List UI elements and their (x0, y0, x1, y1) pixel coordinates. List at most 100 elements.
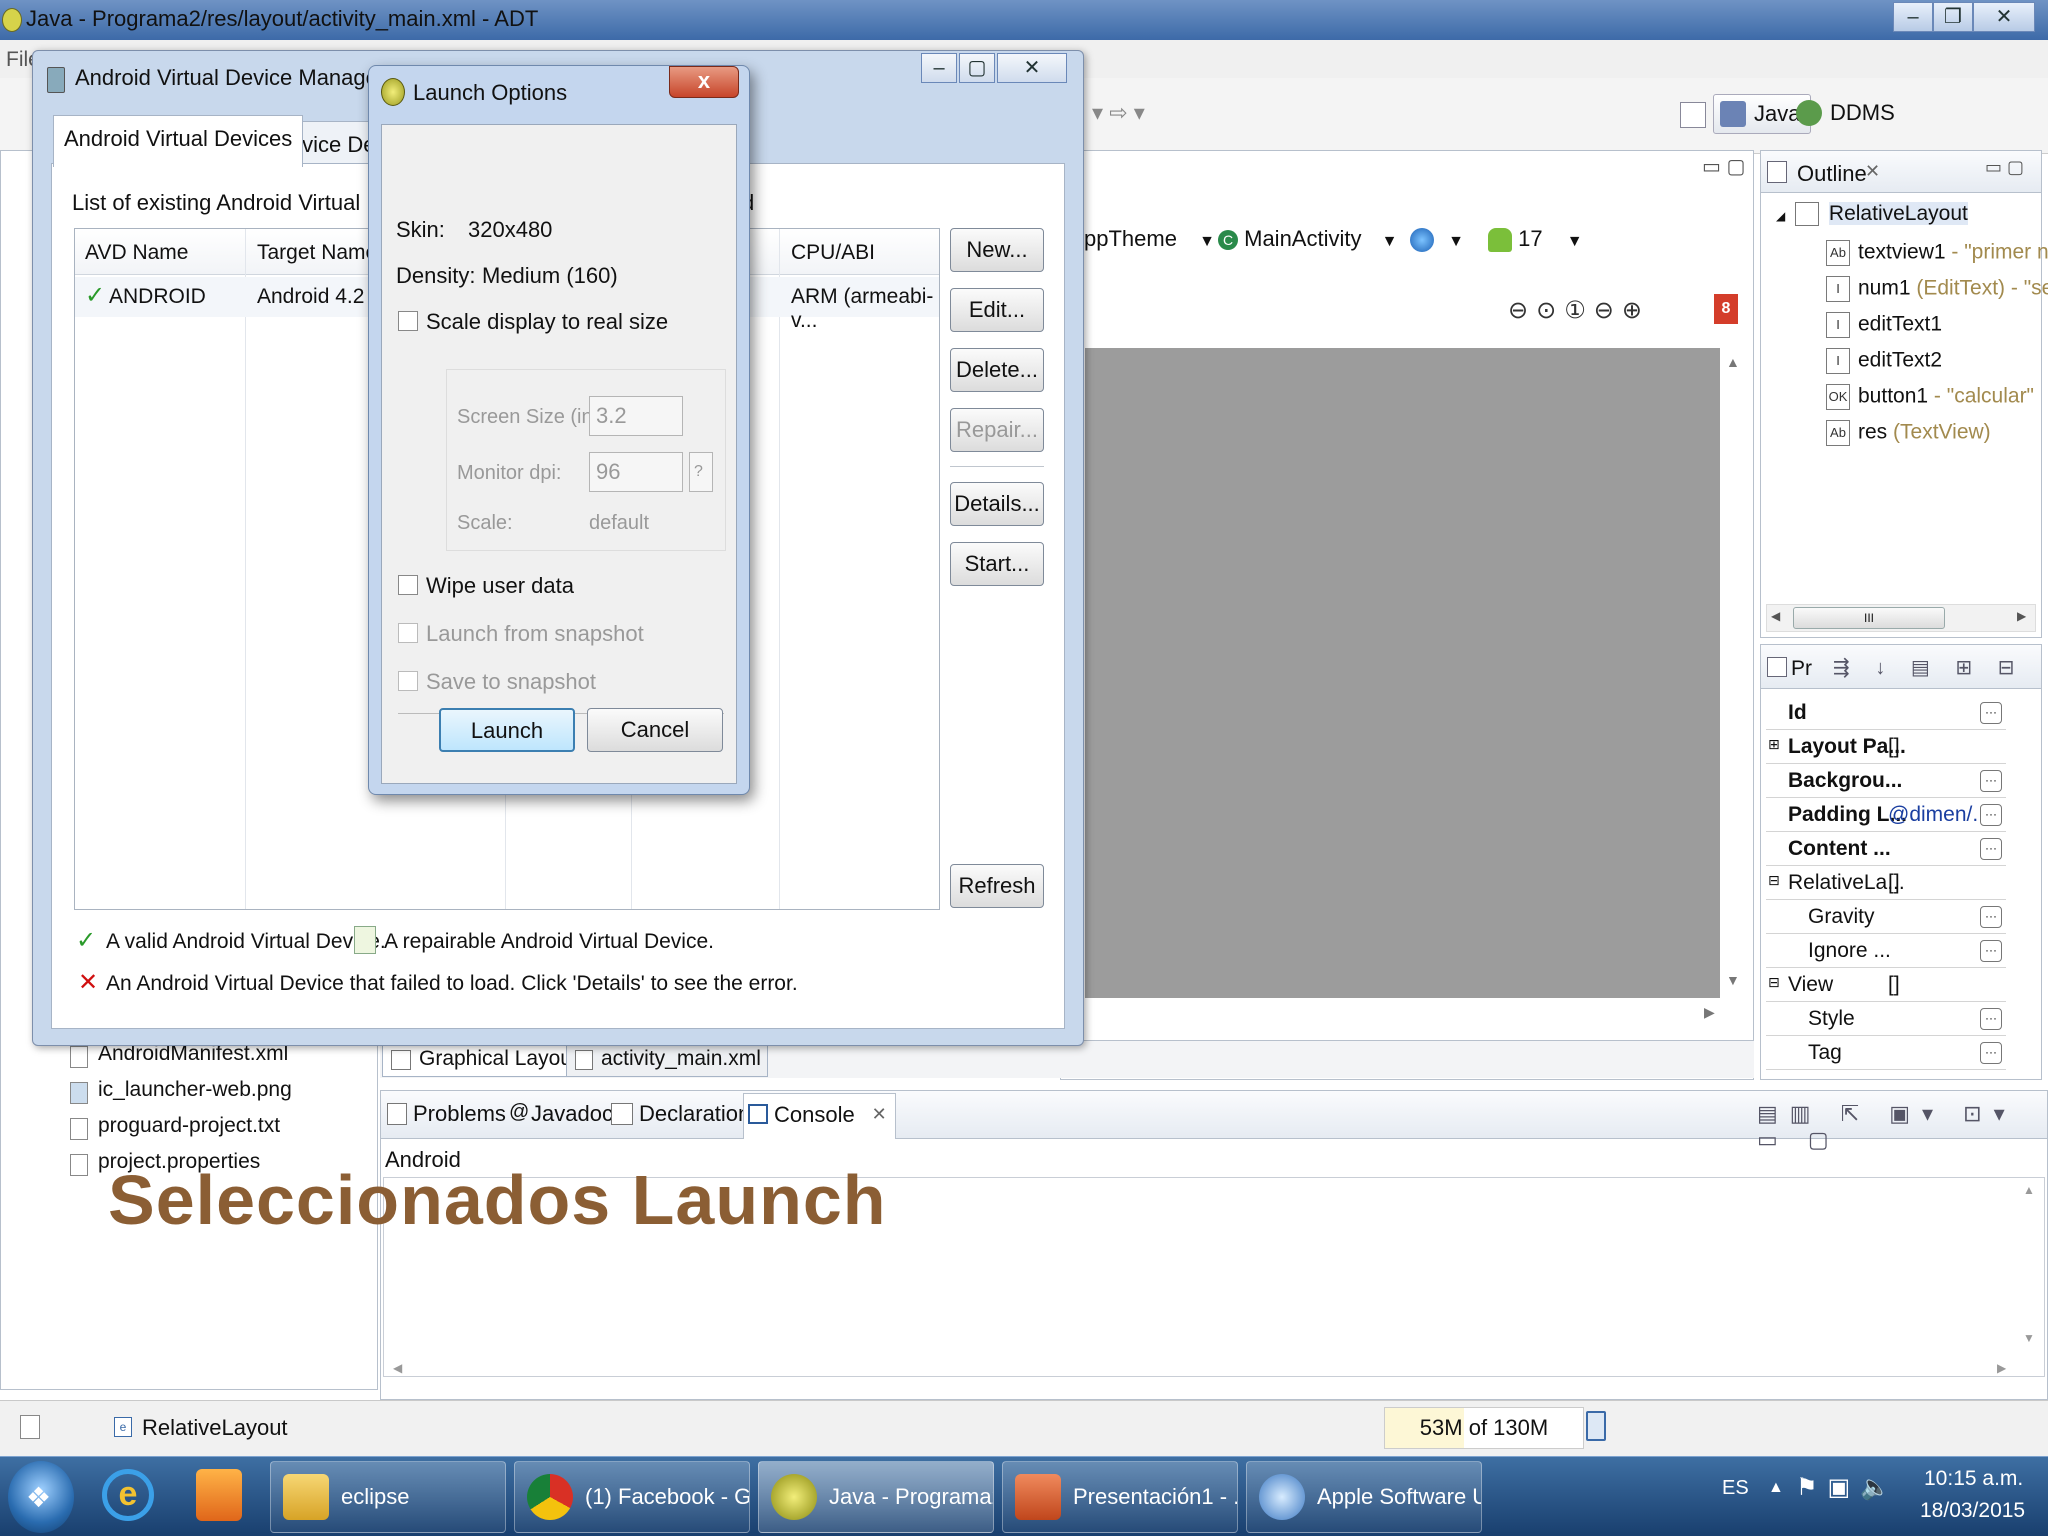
tab-console[interactable]: Console ✕ (743, 1093, 896, 1139)
repair-button[interactable]: Repair... (950, 408, 1044, 452)
start-button[interactable]: ❖ (8, 1461, 74, 1533)
screen-size-input[interactable]: 3.2 (589, 396, 683, 436)
property-row[interactable]: Backgrou... ··· (1766, 764, 2006, 798)
property-edit-icon[interactable]: ··· (1980, 1008, 2002, 1030)
dpi-help-button[interactable]: ? (689, 452, 713, 492)
layout-canvas[interactable] (1085, 348, 1720, 998)
start-button[interactable]: Start... (950, 542, 1044, 586)
property-row[interactable]: Style ··· (1766, 1002, 2006, 1036)
theme-selector[interactable]: ppTheme ▼ (1084, 226, 1215, 252)
column-cpu-abi[interactable]: CPU/ABI (791, 241, 875, 265)
property-row[interactable]: Padding L... @dimen/... ··· (1766, 798, 2006, 832)
tray-icons[interactable]: ⚑▣🔈 (1796, 1473, 1900, 1502)
clock-date[interactable]: 18/03/2015 (1920, 1499, 2025, 1523)
wipe-user-data-checkbox[interactable] (398, 575, 418, 595)
tab-android-virtual-devices[interactable]: Android Virtual Devices (53, 115, 304, 167)
taskbar-item-powerpoint[interactable]: Presentación1 - ... (1002, 1461, 1238, 1533)
taskbar-item-eclipse[interactable]: eclipse (270, 1461, 506, 1533)
tab-graphical-layout[interactable]: Graphical Layout (382, 1043, 585, 1077)
property-row[interactable]: ⊞ Layout Pa...[] (1766, 730, 2006, 764)
scroll-left-icon[interactable]: ◀ (1771, 609, 1780, 623)
property-row[interactable]: Id ··· (1766, 696, 2006, 730)
property-row[interactable]: Gravity ··· (1766, 900, 2006, 934)
zoom-real-icon[interactable]: ① (1564, 297, 1594, 324)
launch-close-button[interactable]: x (669, 66, 739, 98)
property-edit-icon[interactable]: ··· (1980, 940, 2002, 962)
scroll-right-icon[interactable]: ▶ (2017, 609, 2026, 623)
avd-maximize-button[interactable]: ▢ (959, 53, 995, 83)
internet-explorer-icon[interactable]: e (102, 1469, 154, 1521)
tab-javadoc[interactable]: @ Javadoc (507, 1101, 613, 1127)
file-item[interactable]: AndroidManifest.xml (66, 1042, 292, 1078)
properties-toolbar-icons[interactable]: ⇶ ↓ ▤ ⊞ ⊟ (1833, 655, 2024, 680)
property-row[interactable]: Ignore ... ··· (1766, 934, 2006, 968)
zoom-in-icon[interactable]: ⊕ (1622, 297, 1650, 324)
outline-item[interactable]: IeditText1 (1826, 312, 1942, 338)
language-indicator[interactable]: ES (1722, 1477, 1749, 1500)
close-button[interactable]: ✕ (1973, 2, 2035, 32)
launch-button[interactable]: Launch (439, 708, 575, 752)
avd-close-button[interactable]: ✕ (997, 53, 1067, 83)
save-to-snapshot-checkbox[interactable] (398, 671, 418, 691)
clock-time[interactable]: 10:15 a.m. (1924, 1467, 2023, 1491)
outline-root[interactable]: ◢ RelativeLayout (1776, 202, 1968, 227)
collapse-minus-icon[interactable]: ⊟ (1768, 872, 1780, 889)
expand-triangle-icon[interactable]: ◢ (1776, 209, 1785, 223)
scroll-thumb[interactable]: III (1793, 607, 1945, 629)
tab-problems[interactable]: Problems (385, 1101, 506, 1127)
zoom-actual-icon[interactable]: ⊙ (1536, 297, 1564, 324)
locale-selector[interactable]: ▼ (1410, 226, 1464, 253)
property-row[interactable]: ⊟ View [] (1766, 968, 2006, 1002)
details-button[interactable]: Details... (950, 482, 1044, 526)
property-edit-icon[interactable]: ··· (1980, 1042, 2002, 1064)
outline-item[interactable]: Ab res (TextView) (1826, 420, 1991, 446)
console-scroll-left-icon[interactable]: ◀ (393, 1361, 402, 1375)
media-player-icon[interactable] (196, 1469, 242, 1521)
column-target-name[interactable]: Target Name (257, 241, 377, 265)
property-edit-icon[interactable]: ··· (1980, 906, 2002, 928)
taskbar-item-java[interactable]: Java - Programa2... (758, 1461, 994, 1533)
outline-item[interactable]: Inum1 (EditText) - "segu (1826, 276, 2048, 302)
property-edit-icon[interactable]: ··· (1980, 702, 2002, 724)
column-avd-name[interactable]: AVD Name (85, 241, 188, 265)
edit-button[interactable]: Edit... (950, 288, 1044, 332)
cancel-button[interactable]: Cancel (587, 708, 723, 752)
outline-hscrollbar[interactable]: ◀ III ▶ (1766, 604, 2036, 632)
file-item[interactable]: ic_launcher-web.png (66, 1078, 292, 1114)
canvas-vscroll-down-icon[interactable]: ▼ (1726, 972, 1740, 988)
console-scroll-up-icon[interactable]: ▲ (2023, 1183, 2035, 1197)
garbage-collect-icon[interactable] (1586, 1411, 1606, 1441)
outline-item[interactable]: OK button1 - "calcular" (1826, 384, 2034, 410)
canvas-hscroll-right-icon[interactable]: ▶ (1704, 1004, 1715, 1021)
collapse-minus-icon[interactable]: ⊟ (1768, 974, 1780, 991)
outline-item[interactable]: IeditText2 (1826, 348, 1942, 374)
console-scroll-right-icon[interactable]: ▶ (1997, 1361, 2006, 1375)
property-edit-icon[interactable]: ··· (1980, 838, 2002, 860)
outline-item[interactable]: Ab textview1 - "primer nur (1826, 240, 2048, 266)
property-row[interactable]: Tag ··· (1766, 1036, 2006, 1070)
delete-button[interactable]: Delete... (950, 348, 1044, 392)
console-toolbar-icons[interactable]: ▤▥ ⇱ ▣▾ ⊡▾ ▭ ▢ (1757, 1101, 2047, 1153)
taskbar-item-chrome[interactable]: (1) Facebook - Go... (514, 1461, 750, 1533)
api-level-selector[interactable]: 17 ▼ (1488, 226, 1583, 253)
new-element-icon[interactable] (20, 1415, 40, 1439)
editor-minimize-icon[interactable]: ▭ ▢ (1702, 154, 1745, 179)
console-close-icon[interactable]: ✕ (872, 1104, 887, 1125)
properties-tab-label[interactable]: Pr (1791, 657, 1812, 681)
monitor-dpi-input[interactable]: 96 (589, 452, 683, 492)
canvas-vscroll-up-icon[interactable]: ▲ (1726, 354, 1740, 370)
open-perspective-icon[interactable] (1680, 102, 1706, 128)
ddms-perspective-button[interactable]: DDMS (1796, 100, 1895, 126)
outline-close-icon[interactable]: ✕ (1865, 161, 1880, 182)
scale-display-checkbox[interactable] (398, 311, 418, 331)
maximize-button[interactable]: ❐ (1933, 2, 1973, 32)
minimize-button[interactable]: – (1893, 2, 1933, 32)
taskbar-item-apple-update[interactable]: Apple Software U... (1246, 1461, 1482, 1533)
tab-xml[interactable]: activity_main.xml (566, 1043, 768, 1077)
error-badge[interactable]: 8 (1714, 294, 1738, 324)
property-row[interactable]: ⊟ RelativeLa...[] (1766, 866, 2006, 900)
outline-minmax-icon[interactable]: ▭ ▢ (1985, 157, 2024, 178)
refresh-button[interactable]: Refresh (950, 864, 1044, 908)
zoom-out-icon[interactable]: ⊖ (1594, 297, 1622, 324)
forward-nav-icon[interactable]: ▾ ⇨ ▾ (1092, 100, 1145, 126)
